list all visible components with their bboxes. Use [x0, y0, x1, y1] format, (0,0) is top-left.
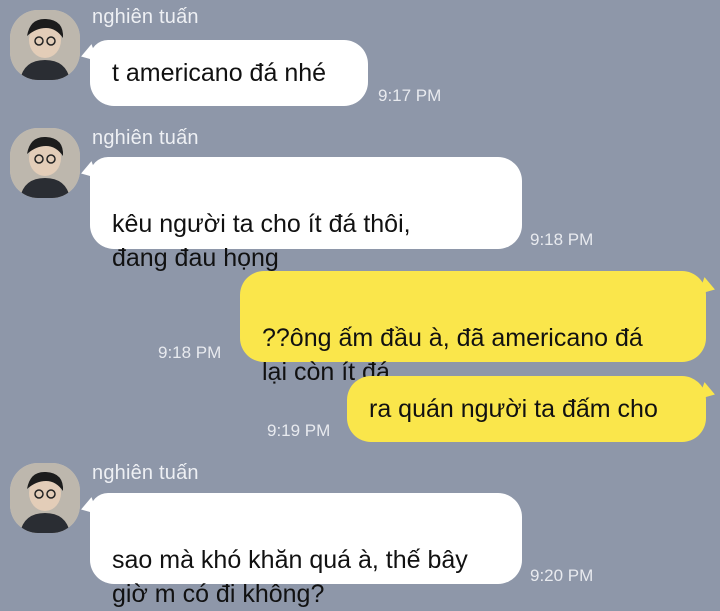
sender-name: nghiên tuấn — [92, 127, 199, 149]
sender-avatar[interactable] — [10, 463, 80, 533]
message-timestamp: 9:18 PM — [158, 343, 222, 362]
sender-name: nghiên tuấn — [92, 6, 199, 28]
message-timestamp: 9:17 PM — [378, 86, 442, 105]
message-timestamp: 9:18 PM — [530, 230, 594, 249]
message-bubble[interactable]: ra quán người ta đấm cho — [347, 376, 706, 442]
message-text: ra quán người ta đấm cho — [369, 395, 658, 423]
sender-name: nghiên tuấn — [92, 462, 199, 484]
message-bubble[interactable]: kêu người ta cho ít đá thôi, đang đau họ… — [90, 157, 522, 272]
message-timestamp: 9:19 PM — [267, 421, 331, 440]
message-bubble[interactable]: ??ông ấm đầu à, đã americano đá lại còn … — [240, 271, 706, 386]
avatar-photo-icon — [10, 10, 80, 80]
avatar-photo-icon — [10, 128, 80, 198]
message-timestamp: 9:20 PM — [530, 566, 594, 585]
message-text: t americano đá nhé — [112, 59, 327, 87]
sender-avatar[interactable] — [10, 128, 80, 198]
message-bubble[interactable]: sao mà khó khăn quá à, thế bây giờ m có … — [90, 493, 522, 608]
avatar-photo-icon — [10, 463, 80, 533]
message-bubble[interactable]: t americano đá nhé — [90, 40, 368, 106]
message-text: kêu người ta cho ít đá thôi, đang đau họ… — [112, 210, 411, 272]
sender-avatar[interactable] — [10, 10, 80, 80]
